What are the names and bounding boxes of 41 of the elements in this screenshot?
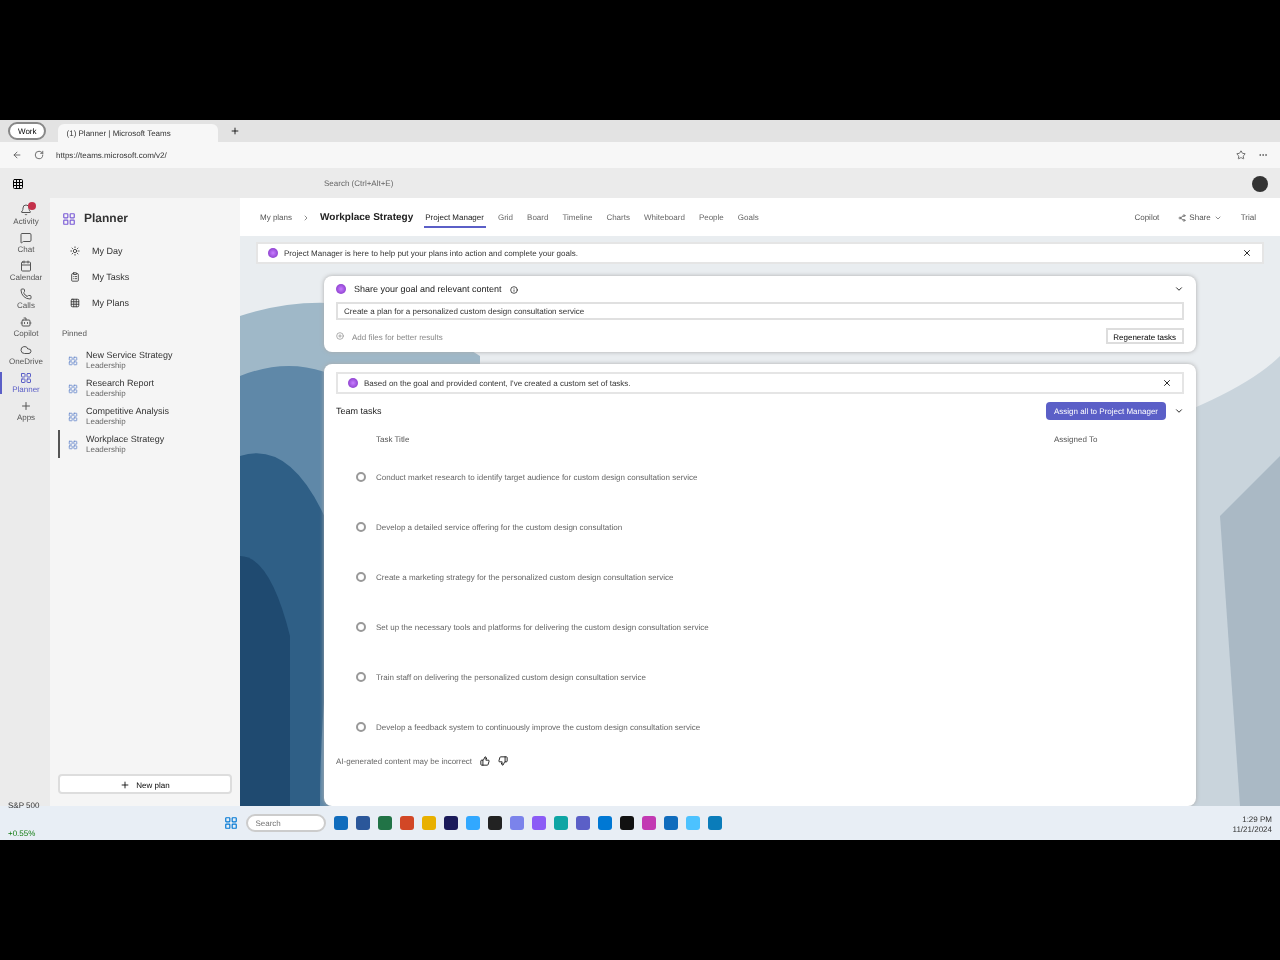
task-radio[interactable] xyxy=(356,522,366,532)
plan-icon xyxy=(68,411,78,421)
start-icon[interactable] xyxy=(223,816,238,830)
notification-dot xyxy=(28,202,36,210)
add-icon xyxy=(336,332,344,340)
bell-icon xyxy=(20,204,32,216)
app-launcher-icon[interactable] xyxy=(12,177,24,189)
share-icon xyxy=(1177,213,1186,221)
collapse-icon[interactable] xyxy=(1174,284,1184,294)
refresh-icon[interactable] xyxy=(34,150,44,160)
planner-logo-icon xyxy=(62,212,76,226)
plan-icon xyxy=(68,439,78,449)
grid-icon xyxy=(70,298,80,308)
task-radio[interactable] xyxy=(356,472,366,482)
plus-icon xyxy=(120,779,131,789)
copilot-icon xyxy=(348,378,358,388)
clipboard-icon xyxy=(70,272,80,282)
thumbs-down-icon[interactable] xyxy=(498,756,509,766)
task-radio[interactable] xyxy=(356,572,366,582)
info-icon[interactable] xyxy=(509,285,518,293)
collapse-icon[interactable] xyxy=(1174,406,1184,416)
avatar[interactable] xyxy=(1252,175,1268,191)
sun-icon xyxy=(70,246,80,256)
favorite-icon[interactable] xyxy=(1236,150,1246,160)
planner-icon xyxy=(20,372,32,384)
plan-icon xyxy=(68,383,78,393)
back-icon[interactable] xyxy=(12,150,22,160)
thumbs-up-icon[interactable] xyxy=(480,756,491,766)
plan-icon xyxy=(68,355,78,365)
copilot-icon xyxy=(268,248,278,258)
task-radio[interactable] xyxy=(356,622,366,632)
calendar-icon xyxy=(20,260,32,272)
task-radio[interactable] xyxy=(356,672,366,682)
phone-icon xyxy=(20,288,32,300)
chat-icon xyxy=(20,232,32,244)
copilot-icon xyxy=(336,284,346,294)
task-radio[interactable] xyxy=(356,722,366,732)
cloud-icon xyxy=(20,344,32,356)
plus-icon xyxy=(20,400,32,412)
robot-icon xyxy=(20,316,32,328)
new-tab-icon[interactable] xyxy=(230,126,241,136)
